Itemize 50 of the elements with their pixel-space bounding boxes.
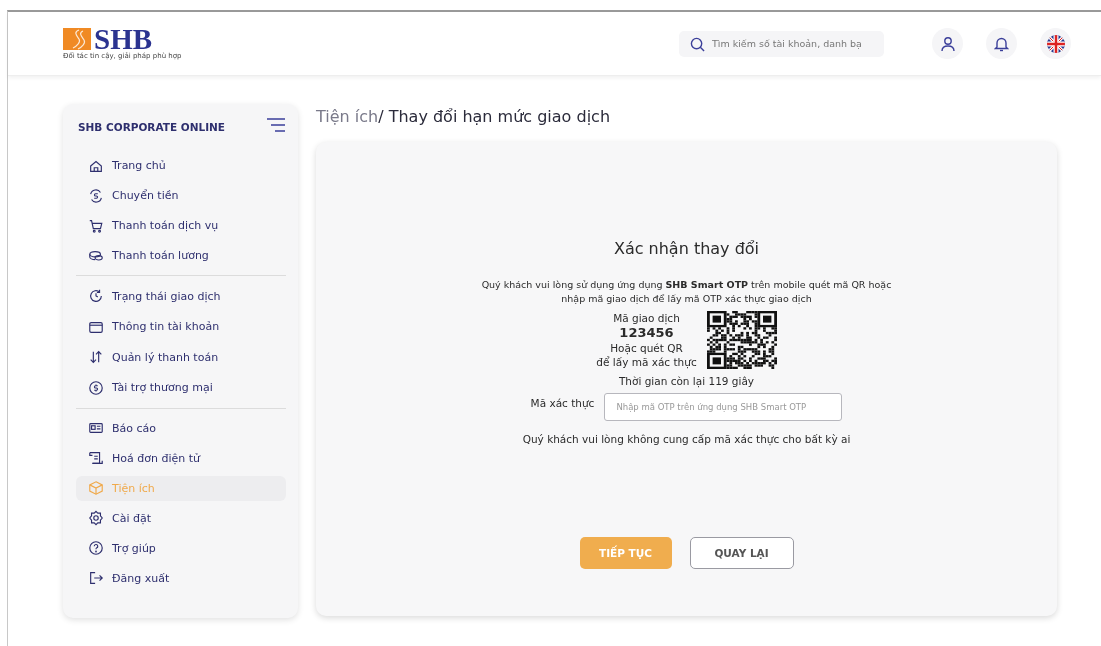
logout-icon: [88, 570, 104, 586]
menu-icon: [266, 118, 286, 132]
receipt-icon: [88, 450, 104, 466]
code-label: Mã giao dịch: [613, 311, 680, 325]
dollar-coin-icon: [88, 379, 104, 396]
menu-button[interactable]: [266, 118, 286, 135]
back-button[interactable]: QUAY LẠI: [689, 537, 794, 569]
sort-arrows-icon: [88, 349, 104, 365]
coin-arrows-icon: [88, 187, 104, 204]
sidebar-item[interactable]: Đăng xuất: [76, 565, 286, 591]
sidebar-item[interactable]: Quản lý thanh toán: [76, 344, 286, 370]
otp-label: Mã xác thực: [530, 397, 595, 409]
logo-text: SHB: [94, 27, 153, 51]
sidebar-item[interactable]: Trang chủ: [76, 153, 286, 178]
language-button[interactable]: [1040, 28, 1071, 59]
sidebar-item[interactable]: Thanh toán lương: [76, 243, 286, 268]
card-title: Xác nhận thay đổi: [613, 239, 760, 258]
id-card-icon: [88, 420, 104, 436]
sidebar-item[interactable]: Cài đặt: [76, 505, 286, 531]
sidebar-item[interactable]: Thông tin tài khoản: [76, 313, 286, 340]
qr-hint: để lấy mã xác thực: [596, 355, 697, 369]
search-field[interactable]: Tìm kiếm số tài khoản, danh bạ: [679, 30, 884, 57]
sidebar-item[interactable]: Thanh toán dịch vụ: [76, 213, 286, 238]
search-icon: [690, 36, 705, 52]
warning-text: Quý khách vui lòng không cung cấp mã xác thực cho bất kỳ ai: [522, 433, 851, 445]
breadcrumb-link[interactable]: Tiện ích: [316, 106, 379, 126]
page-title: / Thay đổi hạn mức giao dịch: [378, 106, 610, 126]
gear-icon: [88, 510, 104, 526]
user-button[interactable]: [932, 28, 963, 59]
transaction-code: 123456: [619, 325, 674, 341]
clock-arrow-icon: [88, 288, 104, 304]
otp-input[interactable]: Nhập mã OTP trên ứng dụng SHB Smart OTP: [604, 393, 843, 421]
sidebar-item[interactable]: Tài trợ thương mại: [76, 374, 286, 401]
qr-code: [706, 311, 777, 369]
sidebar-title: SHB CORPORATE ONLINE: [78, 120, 225, 133]
notification-button[interactable]: [986, 28, 1017, 59]
sidebar-item[interactable]: Chuyển tiền: [76, 183, 286, 208]
box-icon: [88, 480, 104, 496]
user-icon: [939, 35, 956, 52]
sidebar-item[interactable]: Báo cáo: [76, 415, 286, 441]
sidebar-item[interactable]: Trạng thái giao dịch: [76, 283, 286, 309]
sidebar-item[interactable]: Trợ giúp: [76, 535, 286, 561]
cart-icon: [88, 217, 104, 234]
uk-flag-icon: [1046, 34, 1065, 53]
instruction-text: Quý khách vui lòng sử dụng ứng dụng SHB Smart OTP trên mobile quét mã QR hoặc nhập mã giao dịch để lấy mã OTP xác thực giao dịch: [480, 278, 893, 306]
bell-icon: [994, 35, 1009, 52]
help-icon: [88, 540, 104, 556]
sidebar-item[interactable]: Hoá đơn điện tử: [76, 445, 286, 471]
qr-hint: Hoặc quét QR: [610, 341, 683, 355]
timer-text: Thời gian còn lại 119 giây: [618, 375, 755, 387]
